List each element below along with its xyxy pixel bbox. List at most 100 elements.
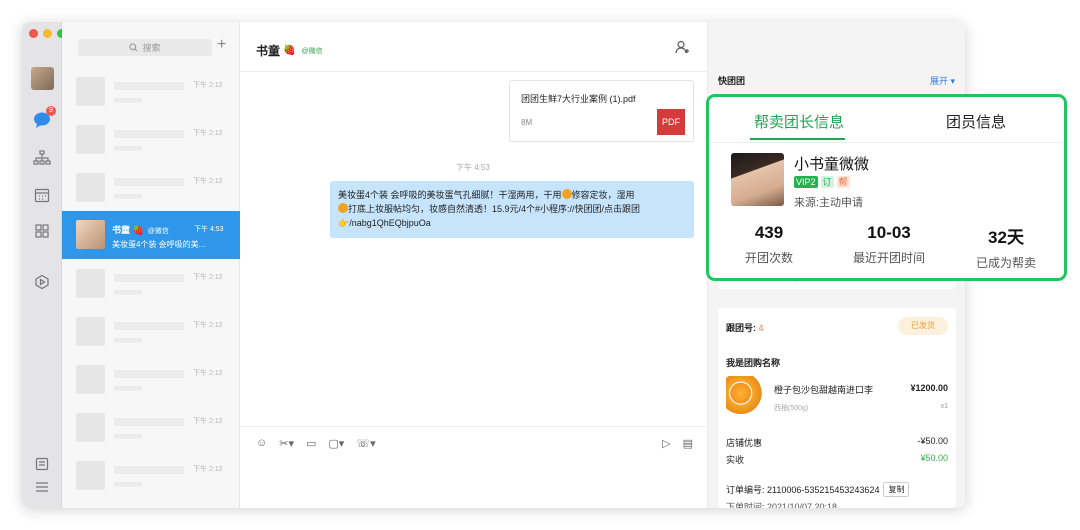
message-preview: 美妆蛋4个装 会呼吸的美... — [112, 240, 206, 249]
user-avatar[interactable] — [31, 67, 54, 90]
scissors-icon[interactable]: ✂▾ — [279, 437, 294, 450]
name-placeholder — [114, 178, 184, 186]
expand-text: 展开 — [930, 76, 949, 86]
product-price: ¥1200.00 — [910, 383, 948, 393]
avatar-placeholder — [76, 269, 105, 298]
avatar-placeholder — [76, 413, 105, 442]
conversation-row[interactable]: 下午 2:12 — [62, 164, 240, 212]
stat-label: 已成为帮卖 — [975, 256, 1036, 270]
row-time: 下午 2:12 — [193, 418, 223, 425]
group-number-value: 4 — [758, 323, 764, 333]
conversation-row[interactable]: 下午 2:12 — [62, 116, 240, 164]
row-time: 下午 2:12 — [193, 466, 223, 473]
name-placeholder — [114, 274, 184, 282]
message-timestamp: 下午 4:53 — [456, 163, 490, 172]
image-icon[interactable]: ▭ — [306, 437, 316, 450]
search-input[interactable]: 搜索 — [78, 39, 212, 56]
name-placeholder — [114, 370, 184, 378]
panel-title: 快团团 — [718, 76, 746, 86]
group-number-label: 跟团号: — [726, 323, 756, 333]
plugin-icon[interactable] — [32, 272, 52, 292]
minimize-window-button[interactable] — [43, 29, 52, 38]
conversation-row[interactable]: 下午 2:12 — [62, 260, 240, 308]
paid-value: ¥50.00 — [920, 453, 948, 463]
contact-avatar — [76, 220, 105, 249]
hand-icon: 👉 — [338, 218, 350, 228]
file-name: 团团生鲜7大行业案例 (1).pdf — [521, 94, 636, 104]
files-icon[interactable] — [32, 454, 52, 474]
preview-placeholder — [114, 194, 142, 199]
add-conversation-button[interactable]: + — [217, 36, 226, 54]
contact-name-text: 书童 — [112, 225, 131, 235]
emoji-icon — [338, 203, 348, 213]
avatar-placeholder — [76, 365, 105, 394]
video-icon[interactable]: ▷ — [662, 437, 670, 450]
calendar-icon[interactable] — [32, 185, 52, 205]
chat-title-tag: @微信 — [301, 47, 323, 55]
subscribe-badge: 订 — [820, 176, 834, 188]
product-spec: 西柚(500g) — [774, 405, 809, 412]
conversation-row-selected[interactable]: 书童 🍓 @微信 下午 4:53 美妆蛋4个装 会呼吸的美... — [62, 211, 240, 259]
row-time: 下午 2:12 — [193, 178, 223, 185]
tab-leader-info[interactable]: 帮卖团长信息 — [754, 111, 844, 132]
row-time: 下午 2:12 — [193, 274, 223, 281]
chat-icon[interactable]: 9 — [32, 106, 56, 130]
name-placeholder — [114, 130, 184, 138]
unread-badge: 9 — [46, 106, 56, 116]
message-text-3: 打底上妆服帖均匀，妆感自然清透！15.9元/4个#小程序://快团团/点击跟团 — [348, 204, 641, 214]
message-text-4: /nabg1QhEQbjpuOa — [349, 218, 431, 228]
leader-tags: VIP2 订 帮 — [794, 176, 850, 188]
apps-icon[interactable] — [32, 221, 52, 241]
file-message[interactable]: 团团生鲜7大行业案例 (1).pdf 8M PDF — [509, 80, 694, 142]
emoji-picker-icon[interactable]: ☺ — [256, 437, 267, 450]
expand-link[interactable]: 展开 ▾ — [930, 74, 955, 87]
chat-header: 书童 🍓 @微信 — [240, 22, 707, 72]
search-icon — [129, 43, 138, 52]
row-time: 下午 4:53 — [194, 226, 224, 233]
window-controls — [29, 29, 66, 38]
message-bubble[interactable]: 美妆蛋4个装 会呼吸的美妆蛋气孔细腻！干湿两用，干用 修容定妆，湿用 打底上妆服帖… — [330, 181, 694, 238]
status-badge: 已发货 — [898, 317, 948, 335]
order-time: 下单时间: 2021/10/07 20:18 — [726, 502, 838, 508]
conversation-row[interactable]: 下午 2:12 — [62, 308, 240, 356]
conversation-row[interactable]: 下午 2:12 — [62, 356, 240, 404]
add-member-icon[interactable] — [675, 40, 689, 59]
row-time: 下午 2:12 — [193, 370, 223, 377]
stat-value: 439 — [754, 223, 784, 242]
menu-icon[interactable] — [32, 477, 52, 497]
stat-group-count: 439 开团次数 — [739, 223, 799, 266]
contact-tag: @微信 — [147, 228, 169, 235]
active-tab-indicator — [750, 138, 845, 140]
discount-label: 店铺优惠 — [726, 438, 763, 448]
preview-placeholder — [114, 98, 142, 103]
conversation-row[interactable]: 下午 2:12 — [62, 452, 240, 500]
close-window-button[interactable] — [29, 29, 38, 38]
folder-icon[interactable]: ▢▾ — [328, 437, 344, 450]
avatar-placeholder — [76, 461, 105, 490]
group-name: 我是团购名称 — [726, 358, 781, 368]
group-number: 跟团号: 4 — [726, 321, 764, 334]
avatar-placeholder — [76, 173, 105, 202]
preview-placeholder — [114, 482, 142, 487]
tab-member-info[interactable]: 团员信息 — [946, 111, 1006, 132]
avatar-placeholder — [76, 125, 105, 154]
conversation-row[interactable]: 下午 2:12 — [62, 404, 240, 452]
vip-badge: VIP2 — [794, 176, 818, 188]
product-name: 橙子包沙包甜越南进口李 — [774, 385, 874, 395]
conversation-list: 搜索 + 下午 2:12 下午 2:12 下午 2:12 书童 🍓 @微信 下午 … — [62, 22, 240, 508]
leader-avatar — [731, 153, 784, 206]
product-qty: x1 — [940, 403, 948, 410]
emoji-icon — [561, 189, 572, 199]
copy-button[interactable]: 复制 — [883, 482, 910, 497]
phone-icon[interactable]: ☏▾ — [356, 437, 375, 450]
input-toolbar: ☺ ✂▾ ▭ ▢▾ ☏▾ ▷ ▤ — [240, 426, 707, 508]
stat-value: 10-03 — [867, 223, 911, 242]
row-time: 下午 2:12 — [193, 322, 223, 329]
stat-label: 开团次数 — [744, 251, 793, 265]
order-number-text: 订单编号: 2110006-535215453243624 — [726, 485, 880, 495]
preview-placeholder — [114, 338, 142, 343]
contacts-icon[interactable] — [32, 148, 52, 168]
sidebar-toggle-icon[interactable]: ▤ — [683, 437, 693, 450]
row-time: 下午 2:12 — [193, 130, 223, 137]
conversation-row[interactable]: 下午 2:12 — [62, 68, 240, 116]
